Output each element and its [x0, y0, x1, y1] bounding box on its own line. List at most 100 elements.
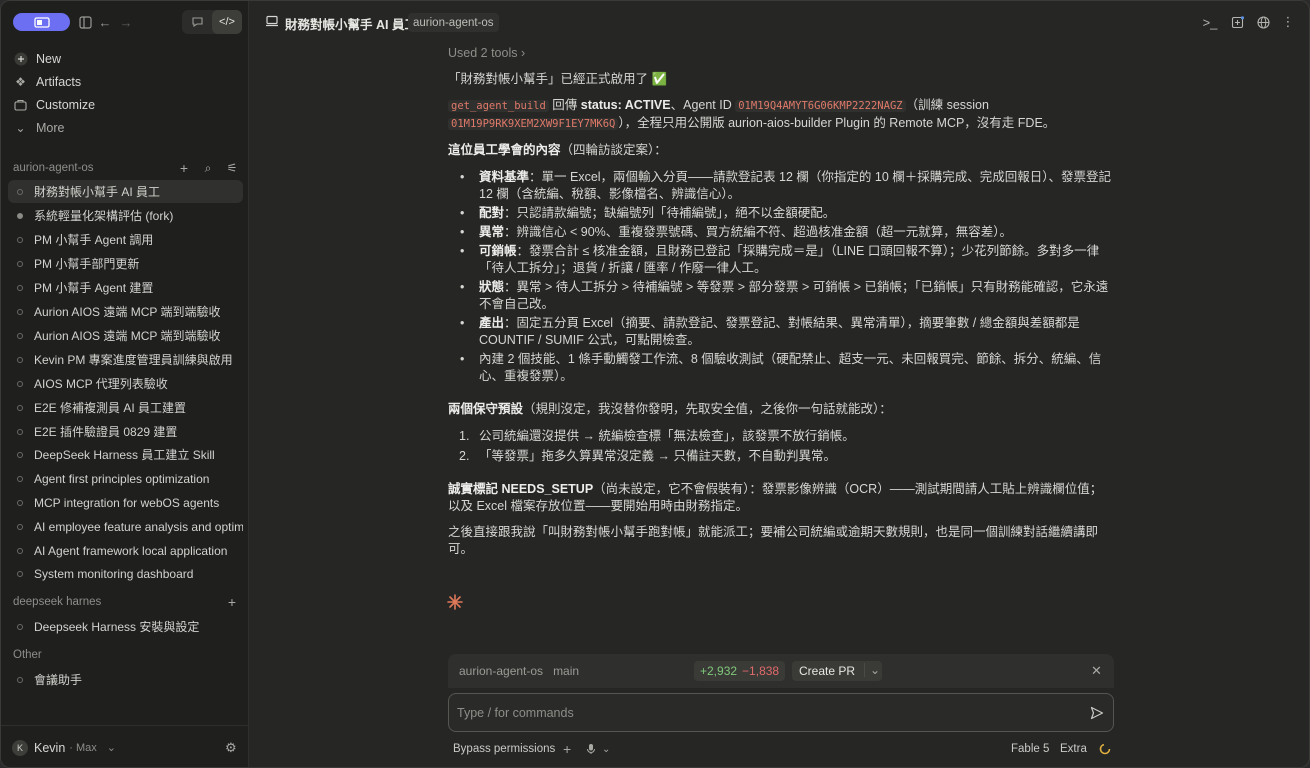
conversation-item[interactable]: AIOS MCP 代理列表驗收	[8, 372, 243, 395]
nav-artifacts[interactable]: ❖ Artifacts	[13, 71, 81, 93]
more-options-icon[interactable]: ⋮	[1280, 14, 1296, 30]
text: ：發票合計 ≤ 核准金額，且財務已登記「採購完成＝是」（LINE 口頭回報不算）…	[479, 244, 1100, 275]
page-title: 財務對帳小幫手 AI 員工	[285, 18, 417, 32]
chevron-down-icon[interactable]: ⌄	[864, 663, 880, 677]
send-icon[interactable]	[1090, 706, 1104, 723]
nav-customize[interactable]: Customize	[13, 94, 95, 116]
text: 「等發票」拖多久算異常沒定義 → 只備註天數，不自動判異常。	[479, 449, 836, 463]
loading-spinner-icon	[1099, 743, 1111, 758]
search-icon[interactable]: ⌕	[199, 161, 217, 176]
conversation-item[interactable]: Aurion AIOS 遠端 MCP 端到端驗收	[8, 300, 243, 323]
conversation-title: AIOS MCP 代理列表驗收	[34, 377, 168, 391]
conversation-item[interactable]: PM 小幫手 Agent 調用	[8, 228, 243, 251]
filter-icon[interactable]: ⚟	[223, 161, 241, 175]
conversation-title: System monitoring dashboard	[34, 566, 194, 581]
bold-text: 誠實標記 NEEDS_SETUP	[448, 482, 594, 496]
nav-new[interactable]: New	[13, 48, 61, 70]
bold-text: 資料基準	[479, 170, 530, 184]
section-header-aurion: aurion-agent-os + ⌕ ⚟	[13, 159, 241, 177]
text: ：單一 Excel，兩個輸入分頁——請款登記表 12 欄（你指定的 10 欄＋採…	[479, 170, 1112, 201]
text: （規則沒定，我沒替你發明，先取安全值，之後你一句話就能改）：	[523, 402, 892, 416]
code-view-button[interactable]: </>	[212, 10, 242, 34]
conversation-item[interactable]: Agent first principles optimization	[8, 467, 243, 490]
section-title: aurion-agent-os	[13, 162, 94, 174]
artifacts-icon: ❖	[15, 75, 26, 89]
text: ：異常 > 待人工拆分 > 待補編號 > 等發票 > 部分發票 > 可銷帳 > …	[479, 280, 1109, 311]
status-dot	[17, 428, 23, 435]
status-dot	[17, 676, 23, 683]
conversation-item[interactable]: AI Agent framework local application	[8, 539, 243, 562]
laptop-icon	[265, 14, 279, 31]
message-paragraph: get_agent_build 回傳 status: ACTIVE、Agent …	[448, 97, 1114, 133]
conversation-item[interactable]: Kevin PM 專案進度管理員訓練與啟用	[8, 348, 243, 371]
globe-icon[interactable]	[1255, 14, 1271, 30]
message-input[interactable]	[457, 704, 1057, 722]
section-title: Other	[13, 649, 42, 661]
bold-text: 可銷帳	[479, 244, 517, 258]
text: ：固定五分頁 Excel（摘要、請款登記、發票登記、對帳結果、異常清單），摘要筆…	[479, 316, 1080, 347]
conversation-item[interactable]: DeepSeek Harness 員工建立 Skill	[8, 443, 243, 466]
used-tools-toggle[interactable]: Used 2 tools ›	[448, 45, 1114, 62]
settings-icon[interactable]: ⚙	[225, 740, 237, 756]
conversation-item[interactable]: System monitoring dashboard	[8, 562, 243, 585]
list-number: 2.	[459, 449, 470, 463]
conversation-item[interactable]: E2E 插件驗證員 0829 建置	[8, 420, 243, 443]
effort-level: Extra	[1060, 743, 1087, 755]
section-header-other: Other	[13, 646, 241, 664]
add-icon[interactable]: +	[175, 160, 193, 176]
list-item: 內建 2 個技能、1 條手動觸發工作流、8 個驗收測試（硬配禁止、超支一元、未回…	[448, 351, 1114, 385]
conversation-title: E2E 插件驗證員 0829 建置	[34, 425, 178, 439]
status-dot	[17, 623, 23, 630]
chat-icon	[191, 17, 203, 28]
chat-view-button[interactable]	[182, 10, 212, 34]
list-item: 配對：只認請款編號；缺編號列「待補編號」，絕不以金額硬配。	[448, 205, 1114, 222]
conversation-item[interactable]: AI employee feature analysis and optim	[8, 515, 243, 538]
nav-more[interactable]: ⌄ More	[13, 117, 64, 139]
status-dot	[17, 547, 23, 554]
conversation-title: PM 小幫手 Agent 調用	[34, 233, 154, 247]
new-tab-icon[interactable]	[1229, 14, 1245, 30]
conversation-item[interactable]: 財務對帳小幫手 AI 員工	[8, 180, 243, 203]
text: 、Agent ID	[670, 98, 736, 112]
close-icon[interactable]: ✕	[1091, 663, 1102, 679]
conversation-item[interactable]: E2E 修補複測員 AI 員工建置	[8, 396, 243, 419]
add-icon[interactable]: +	[223, 594, 241, 610]
back-arrow-icon[interactable]: ←	[96, 13, 114, 31]
status-dot	[17, 236, 23, 243]
deletions-count: −1,838	[742, 664, 780, 678]
bold-text: 產出	[479, 316, 505, 330]
conversation-title: Deepseek Harness 安裝與設定	[34, 620, 200, 634]
terminal-icon[interactable]: >_	[1202, 14, 1218, 30]
conversation-title: 會議助手	[34, 673, 83, 687]
conversation-title: AI employee feature analysis and optim	[34, 519, 243, 534]
workspace-toggle[interactable]	[13, 13, 70, 31]
bold-text: 兩個保守預設	[448, 402, 524, 416]
conversation-item[interactable]: PM 小幫手 Agent 建置	[8, 276, 243, 299]
bold-text: 異常	[479, 225, 505, 239]
user-account[interactable]: K Kevin · Max ⌄ ⚙	[1, 725, 249, 767]
model-selector[interactable]: Fable 5	[1011, 741, 1049, 757]
conversation-item[interactable]: Aurion AIOS 遠端 MCP 端到端驗收	[8, 324, 243, 347]
conversation-item[interactable]: MCP integration for webOS agents	[8, 491, 243, 514]
microphone-icon[interactable]: ⌄	[586, 741, 610, 757]
permissions-mode-button[interactable]: Bypass permissions	[453, 741, 555, 757]
text: 回傳	[548, 98, 581, 112]
conversation-item[interactable]: 會議助手	[8, 668, 243, 691]
text: （訓練 session	[905, 98, 989, 112]
forward-arrow-icon[interactable]: →	[117, 13, 135, 31]
attach-plus-icon[interactable]: +	[563, 741, 571, 757]
text: 內建 2 個技能、1 條手動觸發工作流、8 個驗收測試（硬配禁止、超支一元、未回…	[479, 352, 1102, 383]
conversation-item[interactable]: PM 小幫手部門更新	[8, 252, 243, 275]
effort-selector[interactable]: Extra	[1060, 741, 1087, 757]
status-dot	[17, 451, 23, 458]
conversation-title: E2E 修補複測員 AI 員工建置	[34, 401, 187, 415]
status-dot	[17, 260, 23, 267]
conversation-item[interactable]: Deepseek Harness 安裝與設定	[8, 615, 243, 638]
message-paragraph: 之後直接跟我說「叫財務對帳小幫手跑對帳」就能派工；要補公司統編或逾期天數規則，也…	[448, 525, 1099, 556]
user-plan: · Max	[69, 741, 97, 754]
sidebar-toggle-icon[interactable]	[76, 13, 94, 31]
create-pr-button[interactable]: Create PR ⌄	[792, 661, 882, 681]
chevron-down-icon: ⌄	[15, 121, 26, 135]
conversation-item[interactable]: 系統輕量化架構評估 (fork)	[8, 204, 243, 227]
app-window: ← → </> New ❖ Artifacts Customize ⌄ More…	[0, 0, 1310, 768]
